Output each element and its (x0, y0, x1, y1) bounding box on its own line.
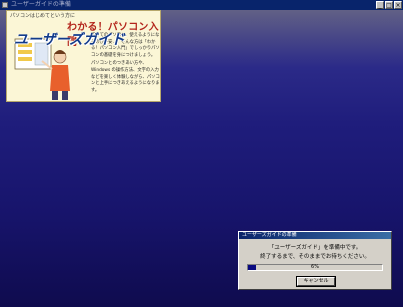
dialog-title: ユーザーズガイドの準備 (239, 232, 391, 239)
guide-title: ユーザーズガイド (14, 32, 126, 48)
cancel-button[interactable]: キャンセル (296, 276, 336, 287)
guide-paragraph: パソコンとのつきあい方や、Windows の操作方法、文字の入力などを楽しく体験… (91, 61, 160, 93)
window-controls: _ □ × (376, 1, 402, 9)
progress-percent: 6% (311, 264, 319, 270)
user-guide-splash: パソコンはじめてという方に わかる！パソコン入門 ユーザーズガイド 初めてのパソ… (6, 10, 161, 102)
progress-dialog: ユーザーズガイドの準備 「ユーザーズガイド」を準備中です。 終了するまで、そのま… (238, 231, 392, 290)
close-button[interactable]: × (394, 1, 402, 9)
app-icon (2, 2, 8, 8)
dialog-message-preparing: 「ユーザーズガイド」を準備中です。 (268, 245, 362, 251)
maximize-button[interactable]: □ (385, 1, 393, 9)
progress-bar: 6% (247, 264, 383, 271)
guide-tagline: パソコンはじめてという方に (10, 13, 76, 19)
dialog-message-wait: 終了するまで、そのままでお待ちください。 (260, 254, 370, 260)
minimize-button[interactable]: _ (376, 1, 384, 9)
window-title: ユーザーガイドの準備 (11, 1, 71, 8)
window-titlebar: ユーザーガイドの準備 _ □ × (0, 0, 403, 10)
